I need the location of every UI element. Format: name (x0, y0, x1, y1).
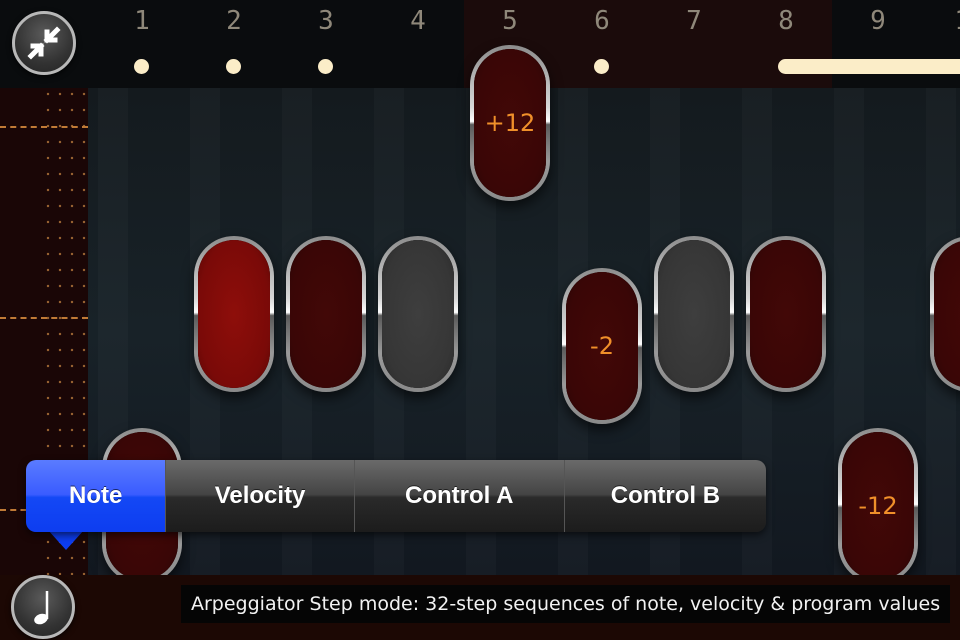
note-pill[interactable]: +12 (470, 45, 550, 201)
octave-line (0, 317, 88, 319)
segment-pointer (48, 530, 84, 550)
pill-value (934, 240, 960, 388)
pill-value (198, 240, 270, 388)
pill-value (290, 240, 362, 388)
note-pill[interactable]: -12 (838, 428, 918, 584)
note-pill[interactable] (378, 236, 458, 392)
pill-value (658, 240, 730, 388)
segment-control-b[interactable]: Control B (564, 460, 767, 532)
note-mode-button[interactable] (11, 575, 75, 639)
step-number[interactable]: 10 (950, 6, 960, 36)
note-pill[interactable] (930, 236, 960, 392)
step-number[interactable]: 3 (306, 6, 346, 36)
step-active-dot[interactable] (226, 59, 241, 74)
step-number[interactable]: 6 (582, 6, 622, 36)
step-number[interactable]: 7 (674, 6, 714, 36)
note-pill[interactable]: -2 (562, 268, 642, 424)
note-pill[interactable] (654, 236, 734, 392)
step-number[interactable]: 5 (490, 6, 530, 36)
step-number[interactable]: 2 (214, 6, 254, 36)
step-number[interactable]: 8 (766, 6, 806, 36)
step-number[interactable]: 9 (858, 6, 898, 36)
segment-velocity[interactable]: Velocity (166, 460, 355, 532)
pill-value: +12 (474, 49, 546, 197)
pill-value (750, 240, 822, 388)
step-number[interactable]: 1 (122, 6, 162, 36)
step-active-dot[interactable] (134, 59, 149, 74)
collapse-arrows-icon (27, 26, 61, 60)
edit-mode-segmented-control[interactable]: Note Velocity Control A Control B (26, 460, 767, 532)
step-active-dot[interactable] (594, 59, 609, 74)
octave-line (0, 126, 88, 128)
step-active-dot[interactable] (318, 59, 333, 74)
music-note-icon (34, 591, 49, 625)
pill-value: -12 (842, 432, 914, 580)
step-number[interactable]: 4 (398, 6, 438, 36)
pill-value (382, 240, 454, 388)
pill-value: -2 (566, 272, 638, 420)
note-pill[interactable] (194, 236, 274, 392)
note-pill[interactable] (286, 236, 366, 392)
note-pill[interactable] (746, 236, 826, 392)
segment-note[interactable]: Note (26, 460, 167, 532)
caption-text: Arpeggiator Step mode: 32-step sequences… (181, 585, 951, 623)
segment-control-a[interactable]: Control A (354, 460, 565, 532)
step-tie-bar[interactable] (778, 59, 960, 74)
collapse-button[interactable] (12, 11, 76, 75)
